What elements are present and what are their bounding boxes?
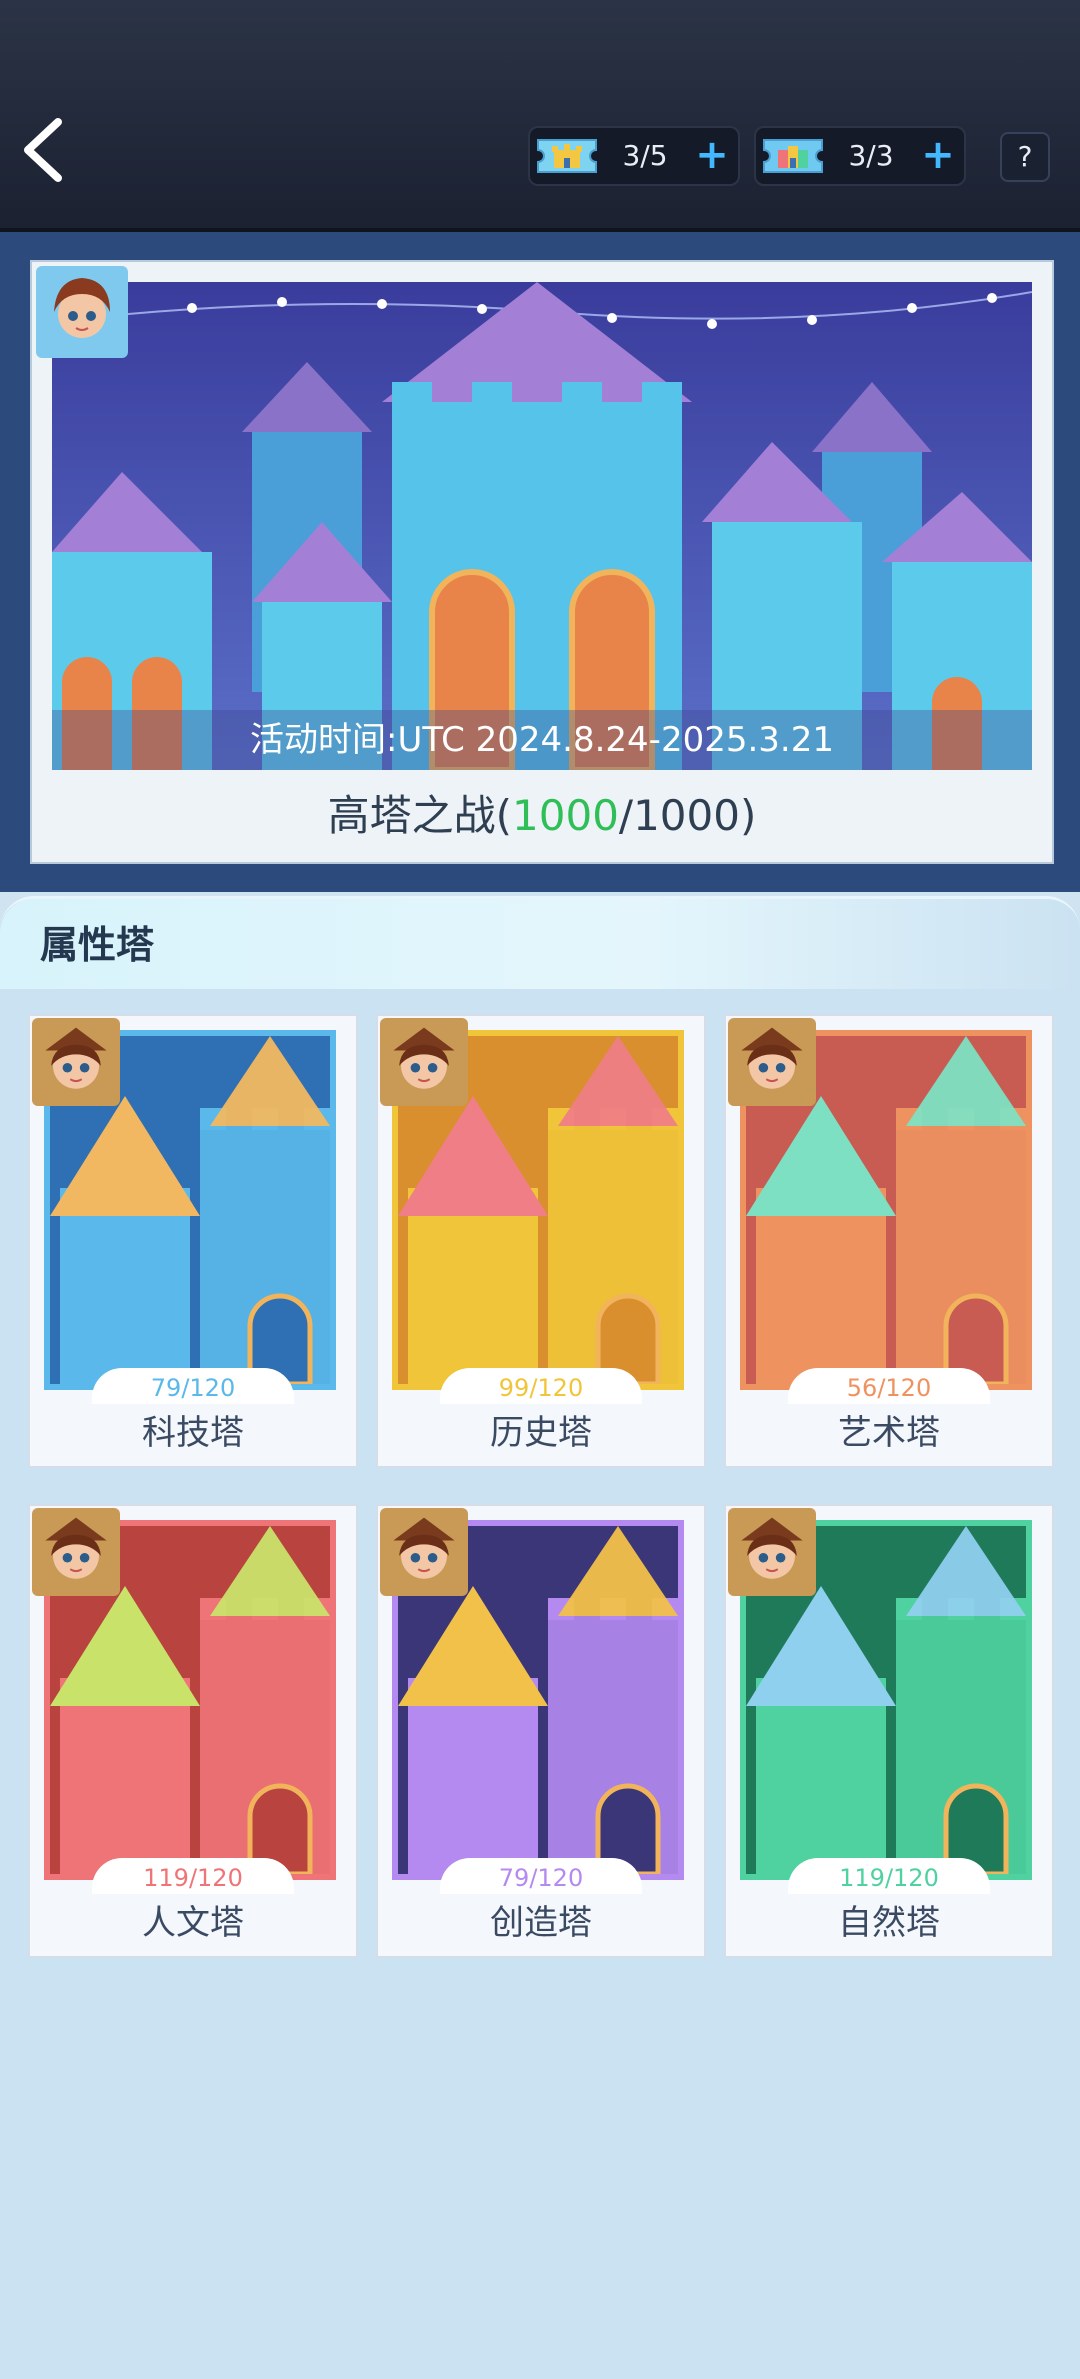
tower-name: 艺术塔 xyxy=(838,1413,940,1453)
tower-progress: 56/120 xyxy=(788,1368,990,1404)
tower-card[interactable]: 119/120 自然塔 xyxy=(724,1504,1054,1958)
tower-name: 科技塔 xyxy=(142,1413,244,1453)
add-ticket-button[interactable]: + xyxy=(690,132,734,180)
avatar xyxy=(380,1508,468,1596)
tower-progress: 79/120 xyxy=(92,1368,294,1404)
chevron-left-icon xyxy=(24,118,62,182)
tower-name: 人文塔 xyxy=(142,1903,244,1943)
tower-name: 自然塔 xyxy=(838,1903,940,1943)
character-portrait-icon xyxy=(380,1508,468,1596)
tower-progress: 119/120 xyxy=(92,1858,294,1894)
ticket-count: 3/5 xyxy=(622,139,668,172)
tower-name: 创造塔 xyxy=(490,1903,592,1943)
castle-banner-image: 活动时间:UTC 2024.8.24-2025.3.21 xyxy=(52,282,1032,770)
tower-progress: 119/120 xyxy=(788,1858,990,1894)
tower-progress: 99/120 xyxy=(440,1368,642,1404)
rainbow-castle-ticket-icon xyxy=(763,139,823,173)
help-button[interactable]: ? xyxy=(1000,132,1050,182)
tower-ticket-counter: 3/5 + xyxy=(528,126,740,186)
tower-card[interactable]: 119/120 人文塔 xyxy=(28,1504,358,1958)
event-progress: 1000 xyxy=(512,791,619,840)
avatar xyxy=(36,266,128,358)
event-time: 活动时间:UTC 2024.8.24-2025.3.21 xyxy=(52,710,1032,770)
back-button[interactable] xyxy=(18,110,88,190)
tower-card[interactable]: 99/120 历史塔 xyxy=(376,1014,706,1468)
avatar xyxy=(728,1018,816,1106)
event-progress-total: /1000) xyxy=(618,791,757,840)
character-portrait-icon xyxy=(36,266,128,358)
top-bar: 3/5 + 3/3 + ? xyxy=(0,0,1080,232)
avatar xyxy=(380,1018,468,1106)
tower-card[interactable]: 79/120 创造塔 xyxy=(376,1504,706,1958)
section-title: 属性塔 xyxy=(40,923,155,967)
character-portrait-icon xyxy=(380,1018,468,1106)
tower-card[interactable]: 79/120 科技塔 xyxy=(28,1014,358,1468)
event-title: 高塔之战(1000/1000) xyxy=(32,780,1052,852)
event-banner[interactable]: 活动时间:UTC 2024.8.24-2025.3.21 高塔之战(1000/1… xyxy=(30,260,1054,864)
event-title-text: 高塔之战( xyxy=(327,791,513,840)
castle-ticket-icon xyxy=(537,139,597,173)
character-portrait-icon xyxy=(32,1018,120,1106)
character-portrait-icon xyxy=(728,1018,816,1106)
avatar xyxy=(32,1508,120,1596)
tower-name: 历史塔 xyxy=(490,1413,592,1453)
panel-header xyxy=(0,899,1080,989)
character-portrait-icon xyxy=(32,1508,120,1596)
special-ticket-count: 3/3 xyxy=(848,139,894,172)
avatar xyxy=(728,1508,816,1596)
character-portrait-icon xyxy=(728,1508,816,1596)
special-ticket-counter: 3/3 + xyxy=(754,126,966,186)
tower-card[interactable]: 56/120 艺术塔 xyxy=(724,1014,1054,1468)
avatar xyxy=(32,1018,120,1106)
add-special-ticket-button[interactable]: + xyxy=(916,132,960,180)
tower-progress: 79/120 xyxy=(440,1858,642,1894)
